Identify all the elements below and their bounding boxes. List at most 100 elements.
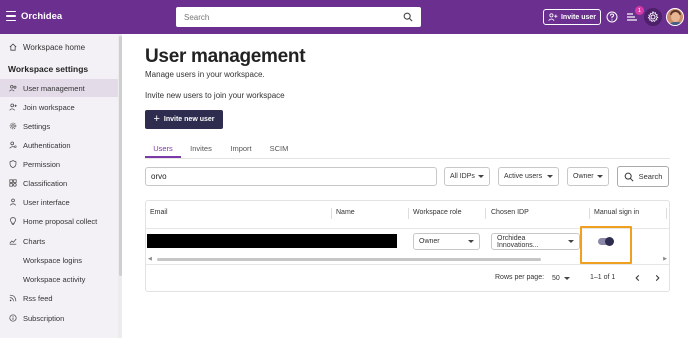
top-bar: Orchidea Invite user 1 [0, 0, 688, 34]
idp-filter-value: All IDPs [450, 173, 475, 180]
page-title: User management [145, 46, 306, 67]
tabs-divider [145, 158, 670, 159]
scroll-left-icon[interactable]: ◀ [148, 256, 152, 262]
sidebar-item-label: Workspace logins [23, 255, 83, 265]
next-page-button[interactable] [652, 272, 662, 284]
sidebar-item-label: User management [23, 83, 85, 93]
column-header-workspace-role[interactable]: Workspace role [413, 209, 462, 216]
page-subtitle: Manage users in your workspace. [145, 70, 265, 79]
rss-icon [9, 294, 17, 302]
avatar[interactable] [666, 8, 684, 26]
key-person-icon [9, 141, 17, 149]
sidebar-item-charts[interactable]: Charts [0, 232, 118, 250]
previous-page-button[interactable] [632, 272, 642, 284]
sidebar-item-label: Home proposal collect [23, 216, 98, 226]
column-divider [666, 208, 667, 219]
tab-import[interactable]: Import [225, 140, 257, 158]
search-button[interactable]: Search [617, 166, 669, 187]
scrollbar-thumb[interactable] [157, 258, 541, 261]
redacted-email-cell [147, 234, 397, 248]
notifications-icon[interactable]: 1 [625, 6, 644, 24]
sidebar-item-label: Charts [23, 236, 46, 246]
scroll-right-icon[interactable]: ▶ [663, 256, 667, 262]
chevron-down-icon [547, 175, 553, 178]
gear-icon [647, 11, 659, 23]
home-icon [9, 43, 17, 51]
status-filter-value: Active users [504, 173, 543, 180]
shield-icon [9, 160, 17, 168]
footer-divider [145, 264, 670, 265]
sidebar-item-label: Join workspace [23, 102, 75, 112]
sidebar-section-title: Workspace settings [8, 64, 89, 74]
status-filter-select[interactable]: Active users [498, 167, 559, 186]
chevron-down-icon [563, 276, 570, 280]
sidebar-item-label: Workspace activity [23, 274, 86, 284]
sidebar-item-join-workspace[interactable]: Join workspace [0, 98, 118, 116]
role-filter-select[interactable]: Owner [567, 167, 609, 186]
chart-icon [9, 238, 17, 245]
workspace-role-select[interactable]: Owner [413, 233, 480, 250]
lightbulb-icon [10, 217, 16, 225]
column-divider [485, 208, 486, 219]
user-search-input[interactable] [145, 167, 437, 186]
sidebar-item-user-management[interactable]: User management [0, 79, 118, 97]
role-filter-value: Owner [573, 173, 594, 180]
tab-scim[interactable]: SCIM [265, 140, 293, 158]
sidebar-item-subscription[interactable]: Subscription [0, 309, 118, 327]
sidebar-item-workspace-logins[interactable]: Workspace logins [0, 251, 118, 269]
sidebar-item-label: User interface [23, 197, 70, 207]
column-header-manual-sign-in[interactable]: Manual sign in [594, 209, 639, 216]
sidebar-item-authentication[interactable]: Authentication [0, 136, 118, 154]
sidebar-item-classification[interactable]: Classification [0, 174, 118, 192]
chosen-idp-select[interactable]: Orchidea Innovations... [491, 233, 580, 250]
sidebar-item-settings[interactable]: Settings [0, 117, 118, 135]
tab-invites[interactable]: Invites [185, 140, 217, 158]
sidebar-item-label: Permission [23, 159, 61, 169]
app-title: Orchidea [21, 11, 63, 22]
sidebar-item-user-interface[interactable]: User interface [0, 193, 118, 211]
invite-new-user-button[interactable]: + Invite new user [145, 110, 223, 129]
notification-badge: 1 [635, 6, 644, 15]
workspace-role-value: Owner [419, 238, 440, 245]
chevron-down-icon [478, 175, 484, 178]
column-header-chosen-idp[interactable]: Chosen IDP [491, 209, 529, 216]
settings-gear-button[interactable] [644, 8, 662, 26]
global-search-input[interactable] [184, 12, 403, 22]
category-icon [9, 179, 17, 187]
rows-per-page-select[interactable]: 50 [552, 272, 572, 284]
sidebar-item-workspace-activity[interactable]: Workspace activity [0, 270, 118, 288]
column-header-email[interactable]: Email [150, 209, 168, 216]
chevron-down-icon [568, 240, 574, 243]
users-cog-icon [9, 85, 17, 92]
sidebar-item-label: Authentication [23, 140, 71, 150]
sidebar-scrollbar[interactable] [118, 34, 122, 338]
sidebar-item-label: Workspace home [23, 42, 86, 52]
menu-icon[interactable] [6, 11, 16, 21]
sidebar-item-label: Subscription [23, 313, 65, 323]
sidebar-item-workspace-home[interactable]: Workspace home [0, 38, 118, 56]
global-search[interactable] [176, 7, 421, 27]
chosen-idp-value: Orchidea Innovations... [497, 234, 539, 249]
sidebar-item-label: Classification [23, 178, 68, 188]
invite-user-button[interactable]: Invite user [543, 9, 601, 25]
gear-icon [9, 122, 17, 130]
chevron-down-icon [468, 240, 474, 243]
idp-filter-select[interactable]: All IDPs [444, 167, 490, 186]
sidebar-item-permission[interactable]: Permission [0, 155, 118, 173]
info-icon [9, 314, 17, 322]
person-add-icon [548, 13, 558, 21]
help-icon[interactable] [605, 10, 619, 24]
search-icon[interactable] [403, 12, 413, 22]
sidebar-item-home-proposal-collect[interactable]: Home proposal collect [0, 212, 118, 230]
sidebar-item-rss-feed[interactable]: Rss feed [0, 289, 118, 307]
tab-users[interactable]: Users [145, 140, 181, 158]
table-horizontal-scrollbar[interactable]: ◀ ▶ [147, 255, 668, 262]
pagination-range: 1–1 of 1 [590, 274, 616, 281]
invite-user-label: Invite user [560, 13, 596, 21]
column-header-name[interactable]: Name [336, 209, 355, 216]
user-interface-icon [9, 198, 17, 206]
column-divider [589, 208, 590, 219]
invite-new-user-label: Invite new user [163, 116, 215, 123]
chevron-right-icon [655, 275, 660, 281]
rows-per-page-value: 50 [552, 274, 560, 282]
